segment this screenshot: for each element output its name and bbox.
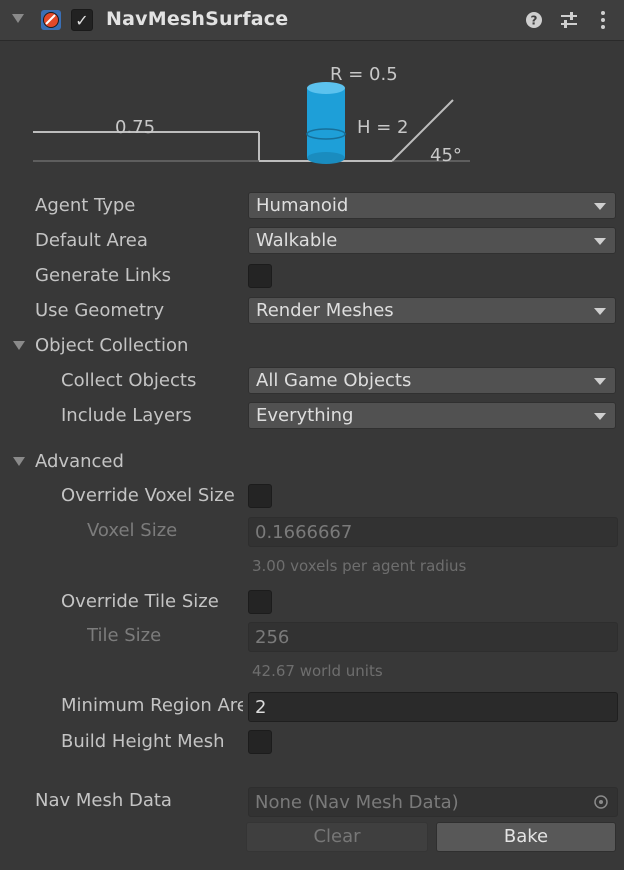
radius-label: R = 0.5 (330, 64, 398, 85)
tile-size-label: Tile Size (87, 625, 162, 646)
nav-mesh-data-value: None (Nav Mesh Data) (255, 792, 459, 813)
dropdown-arrow-icon (594, 413, 606, 420)
collect-objects-label: Collect Objects (61, 370, 197, 391)
voxel-size-help: 3.00 voxels per agent radius (252, 557, 467, 575)
voxel-size-field: 0.1666667 (248, 517, 618, 547)
dropdown-arrow-icon (594, 378, 606, 385)
override-voxel-size-row: Override Voxel Size (0, 481, 624, 511)
svg-text:?: ? (531, 14, 538, 28)
use-geometry-row: Use Geometry Render Meshes (0, 296, 624, 326)
agent-type-row: Agent Type Humanoid (0, 191, 624, 221)
include-layers-label: Include Layers (61, 405, 192, 426)
clear-button[interactable]: Clear (246, 822, 428, 852)
minimum-region-area-label: Minimum Region Area (61, 695, 243, 716)
object-collection-foldout[interactable]: Object Collection (0, 331, 624, 361)
minimum-region-area-row: Minimum Region Area 2 (0, 691, 624, 722)
dropdown-arrow-icon (594, 238, 606, 245)
generate-links-label: Generate Links (35, 265, 172, 286)
component-enabled-checkbox[interactable]: ✓ (71, 9, 93, 31)
build-height-mesh-label: Build Height Mesh (61, 731, 225, 752)
generate-links-row: Generate Links (0, 261, 624, 291)
nav-mesh-data-row: Nav Mesh Data None (Nav Mesh Data) (0, 786, 624, 817)
bake-button[interactable]: Bake (436, 822, 616, 852)
override-tile-size-label: Override Tile Size (61, 591, 219, 612)
slope-label: 45° (430, 145, 462, 166)
kebab-menu-icon[interactable] (592, 9, 614, 31)
foldout-arrow-icon[interactable] (13, 341, 25, 350)
collect-objects-dropdown[interactable]: All Game Objects (248, 367, 616, 394)
agent-type-dropdown[interactable]: Humanoid (248, 192, 616, 219)
collect-objects-value: All Game Objects (256, 370, 412, 391)
advanced-header[interactable]: Advanced (35, 451, 124, 472)
foldout-arrow-icon[interactable] (13, 457, 25, 466)
include-layers-dropdown[interactable]: Everything (248, 402, 616, 429)
step-label: 0.75 (115, 117, 155, 138)
default-area-value: Walkable (256, 230, 338, 251)
advanced-foldout[interactable]: Advanced (0, 447, 624, 477)
override-tile-size-checkbox[interactable] (248, 590, 272, 614)
dropdown-arrow-icon (594, 203, 606, 210)
agent-type-label: Agent Type (35, 195, 136, 216)
navmesh-component-icon (41, 10, 61, 30)
fold-arrow-icon[interactable] (12, 14, 24, 23)
minimum-region-area-value: 2 (255, 697, 267, 718)
default-area-label: Default Area (35, 230, 148, 251)
override-voxel-size-label: Override Voxel Size (61, 485, 235, 506)
object-collection-header[interactable]: Object Collection (35, 335, 188, 356)
agent-cylinder (306, 82, 346, 164)
agent-diagram: R = 0.5 H = 2 0.75 45° (33, 64, 470, 166)
tile-size-help: 42.67 world units (252, 662, 383, 680)
component-header[interactable]: ✓ NavMeshSurface ? (0, 0, 624, 41)
presets-sliders-icon[interactable] (558, 9, 580, 31)
build-height-mesh-checkbox[interactable] (248, 730, 272, 754)
object-picker-icon[interactable] (593, 794, 609, 810)
voxel-size-label: Voxel Size (87, 520, 178, 541)
voxel-size-value: 0.1666667 (255, 522, 353, 543)
override-tile-size-row: Override Tile Size (0, 587, 624, 617)
help-icon[interactable]: ? (523, 9, 545, 31)
nav-mesh-data-label: Nav Mesh Data (35, 790, 172, 811)
tile-size-row: Tile Size 256 (0, 621, 624, 652)
minimum-region-area-field[interactable]: 2 (248, 692, 618, 722)
collect-objects-row: Collect Objects All Game Objects (0, 366, 624, 396)
height-label: H = 2 (357, 117, 409, 138)
use-geometry-label: Use Geometry (35, 300, 165, 321)
agent-type-value: Humanoid (256, 195, 349, 216)
default-area-row: Default Area Walkable (0, 226, 624, 256)
nav-mesh-data-field[interactable]: None (Nav Mesh Data) (248, 787, 618, 817)
build-height-mesh-row: Build Height Mesh (0, 727, 624, 757)
use-geometry-dropdown[interactable]: Render Meshes (248, 297, 616, 324)
default-area-dropdown[interactable]: Walkable (248, 227, 616, 254)
tile-size-value: 256 (255, 627, 290, 648)
override-voxel-size-checkbox[interactable] (248, 484, 272, 508)
dropdown-arrow-icon (594, 308, 606, 315)
include-layers-value: Everything (256, 405, 354, 426)
use-geometry-value: Render Meshes (256, 300, 394, 321)
tile-size-field: 256 (248, 622, 618, 652)
voxel-size-row: Voxel Size 0.1666667 (0, 516, 624, 547)
navmesh-surface-inspector: ✓ NavMeshSurface ? R = 0.5 H = 2 0.75 45… (0, 0, 624, 870)
bake-buttons-row: Clear Bake (0, 821, 624, 852)
include-layers-row: Include Layers Everything (0, 401, 624, 431)
generate-links-checkbox[interactable] (248, 264, 272, 288)
component-title: NavMeshSurface (106, 8, 289, 30)
